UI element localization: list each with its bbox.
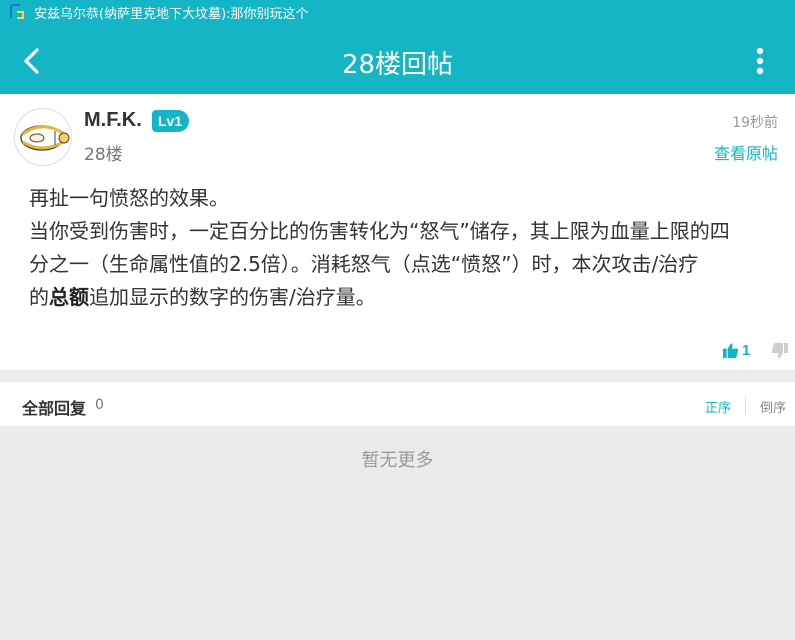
- page-title: 28楼回帖: [341, 50, 454, 80]
- post-card: M.F.K. Lv1 28楼 19秒前 查看原帖 再扯一句愤怒的效果。 当你受到…: [0, 94, 795, 370]
- content-line: 分之一（生命属性值的2.5倍）。消耗怒气（点选“愤怒”）时，本次攻击/治疗: [29, 252, 699, 276]
- sort-divider: [745, 396, 746, 414]
- app-bar: 28楼回帖: [0, 24, 795, 94]
- thumbs-down-icon[interactable]: [771, 342, 789, 360]
- like-count: 1: [742, 341, 751, 359]
- view-original-link[interactable]: 查看原帖: [714, 140, 778, 164]
- content-text: 追加显示的数字的伤害/治疗量。: [89, 285, 376, 309]
- post-content: 再扯一句愤怒的效果。 当你受到伤害时，一定百分比的伤害转化为“怒气”储存，其上限…: [29, 182, 769, 314]
- content-line: 再扯一句愤怒的效果。: [29, 186, 229, 210]
- app-notification-icon: [10, 4, 24, 19]
- sort-descending-button[interactable]: 倒序: [760, 397, 786, 416]
- content-line: 当你受到伤害时，一定百分比的伤害转化为“怒气”储存，其上限为血量上限的四: [29, 219, 730, 243]
- username[interactable]: M.F.K.: [84, 109, 142, 132]
- reply-count: 0: [95, 397, 104, 413]
- post-time: 19秒前: [732, 115, 778, 131]
- all-replies-label: 全部回复: [22, 399, 87, 418]
- floor-number: 28楼: [84, 145, 123, 165]
- notification-text: 安兹乌尔恭(纳萨里克地下大坟墓):那你别玩这个: [34, 7, 309, 22]
- sort-ascending-button[interactable]: 正序: [705, 397, 731, 416]
- status-bar: 安兹乌尔恭(纳萨里克地下大坟墓):那你别玩这个: [0, 0, 795, 24]
- thumbs-up-icon: [722, 342, 739, 358]
- empty-state-text: 暂无更多: [361, 450, 434, 471]
- content-bold-text: 总额: [49, 285, 89, 309]
- avatar-image: [20, 125, 70, 151]
- more-vertical-icon[interactable]: [744, 43, 776, 79]
- like-button[interactable]: 1: [722, 340, 750, 360]
- content-line: 的总额追加显示的数字的伤害/治疗量。: [29, 281, 769, 314]
- content-text: 的: [29, 285, 49, 309]
- replies-header: 全部回复 0 正序 倒序: [0, 382, 795, 426]
- level-badge: Lv1: [152, 110, 190, 132]
- avatar[interactable]: [14, 108, 72, 166]
